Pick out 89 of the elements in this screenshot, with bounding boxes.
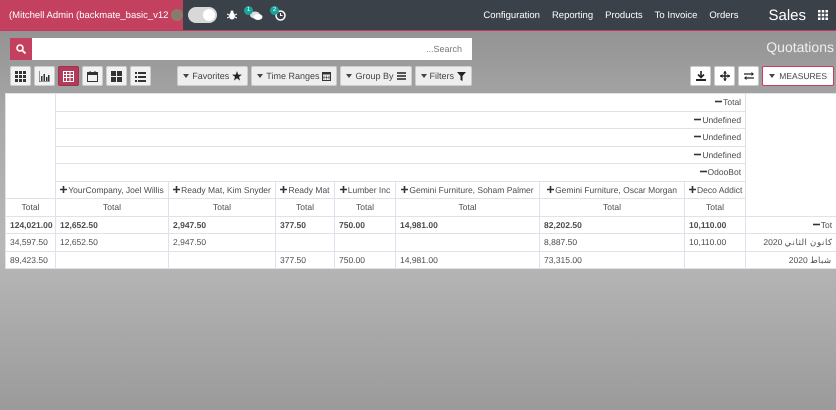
- user-name: (Mitchell Admin (backmate_basic_v12: [9, 10, 168, 20]
- search-button[interactable]: [10, 38, 32, 60]
- search-option-dropdown[interactable]: Time Ranges: [251, 66, 338, 86]
- download-button[interactable]: [690, 66, 712, 86]
- search-option-dropdown[interactable]: Filters: [414, 66, 472, 86]
- column-header[interactable]: Ready Mat, Kim Snyder: [168, 181, 276, 198]
- expand-plus-icon: [401, 186, 408, 193]
- menu-item[interactable]: Products: [605, 10, 643, 20]
- move-arrows-icon: [720, 71, 730, 81]
- calendar-icon: [87, 70, 98, 82]
- calendar-icon: [322, 71, 332, 81]
- search-option-dropdown[interactable]: Favorites: [177, 66, 248, 86]
- measure-header: Total: [396, 198, 540, 216]
- expand-plus-icon: [60, 186, 68, 193]
- table-cell: 377.50: [276, 251, 334, 268]
- toggle-switch[interactable]: [188, 7, 217, 23]
- caret-icon: [420, 74, 426, 78]
- swap-arrows-icon: [744, 71, 754, 81]
- collapse-minus-icon: [812, 220, 820, 228]
- expand-plus-icon: [173, 186, 180, 193]
- measure-header: Total: [56, 198, 168, 216]
- menu-lines-icon: [396, 72, 406, 80]
- caret-icon: [183, 74, 190, 78]
- view-switch-button[interactable]: [58, 66, 79, 86]
- table-cell: 14,981.00: [396, 251, 540, 268]
- table-cell: 73,315.00: [540, 251, 684, 268]
- filter-icon: [457, 72, 466, 80]
- table-cell: 34,597.50: [6, 234, 56, 251]
- collapse-minus-icon: [694, 133, 702, 140]
- table-cell: 12,652.50: [56, 216, 168, 234]
- table-cell: 750.00: [334, 251, 396, 268]
- column-header[interactable]: Gemini Furniture, Oscar Morgan: [540, 181, 684, 198]
- bar-chart-icon: [39, 70, 50, 82]
- measure-header: Total: [276, 198, 334, 216]
- avatar-icon: [171, 9, 184, 21]
- expand-plus-icon: [340, 186, 347, 193]
- expand-plus-icon: [280, 186, 288, 193]
- measure-header: Total: [168, 198, 276, 216]
- user-menu[interactable]: (Mitchell Admin (backmate_basic_v12: [0, 0, 183, 30]
- table-cell: 10,110.00: [684, 216, 746, 234]
- search-icon: [16, 44, 26, 54]
- collapse-minus-icon: [700, 168, 707, 176]
- table-cell: 12,652.50: [56, 234, 168, 251]
- app-name: Sales: [768, 6, 806, 24]
- flip-axis-button[interactable]: [738, 66, 760, 86]
- expand-button[interactable]: [714, 66, 736, 86]
- table-cell: 124,021.00: [6, 216, 56, 234]
- collapse-minus-icon: [694, 116, 702, 123]
- column-header[interactable]: Gemini Furniture, Soham Palmer: [396, 181, 540, 198]
- star-icon: [232, 71, 242, 81]
- collapse-minus-icon: [694, 150, 702, 158]
- column-group-header[interactable]: Total: [56, 94, 746, 111]
- caret-icon: [346, 74, 352, 78]
- table-cell: 10,110.00: [684, 234, 746, 251]
- table-cell: 89,423.50: [6, 251, 56, 268]
- measure-header: Total: [6, 198, 56, 216]
- measures-dropdown[interactable]: MEASURES: [762, 66, 834, 86]
- caret-icon: [769, 74, 776, 78]
- measure-header: Total: [334, 198, 396, 216]
- table-cell: 2,947.50: [168, 216, 276, 234]
- four-squares-icon: [111, 70, 122, 82]
- table-cell: 2,947.50: [168, 234, 276, 251]
- table-cell: 82,202.50: [540, 216, 684, 234]
- menu-item[interactable]: Reporting: [552, 10, 594, 20]
- caret-icon: [257, 74, 264, 78]
- search-option-dropdown[interactable]: Group By: [340, 66, 412, 86]
- collapse-minus-icon: [715, 98, 722, 106]
- search-field[interactable]: ...Search: [32, 38, 472, 60]
- table-icon: [63, 70, 74, 82]
- download-icon: [696, 71, 706, 81]
- menu-item[interactable]: To Invoice: [654, 10, 698, 20]
- menu-item[interactable]: Orders: [709, 10, 738, 20]
- bug-icon[interactable]: [227, 10, 237, 20]
- menu-item[interactable]: Configuration: [483, 10, 540, 20]
- apps-grid-icon[interactable]: [818, 10, 828, 20]
- measure-header: Total: [540, 198, 684, 216]
- expand-plus-icon: [689, 186, 696, 193]
- table-cell: 14,981.00: [396, 216, 540, 234]
- breadcrumb: Quotations: [766, 38, 834, 57]
- list-icon: [135, 70, 146, 82]
- table-cell: 8,887.50: [540, 234, 684, 251]
- column-header[interactable]: Ready Mat: [276, 181, 334, 198]
- column-header[interactable]: YourCompany, Joel Willis: [56, 181, 168, 198]
- kanban-grid-icon: [15, 70, 26, 82]
- expand-plus-icon: [547, 186, 554, 193]
- column-header[interactable]: Lumber Inc: [334, 181, 396, 198]
- table-cell: 750.00: [334, 216, 396, 234]
- clock-icon[interactable]: [275, 10, 286, 20]
- table-cell: 377.50: [276, 216, 334, 234]
